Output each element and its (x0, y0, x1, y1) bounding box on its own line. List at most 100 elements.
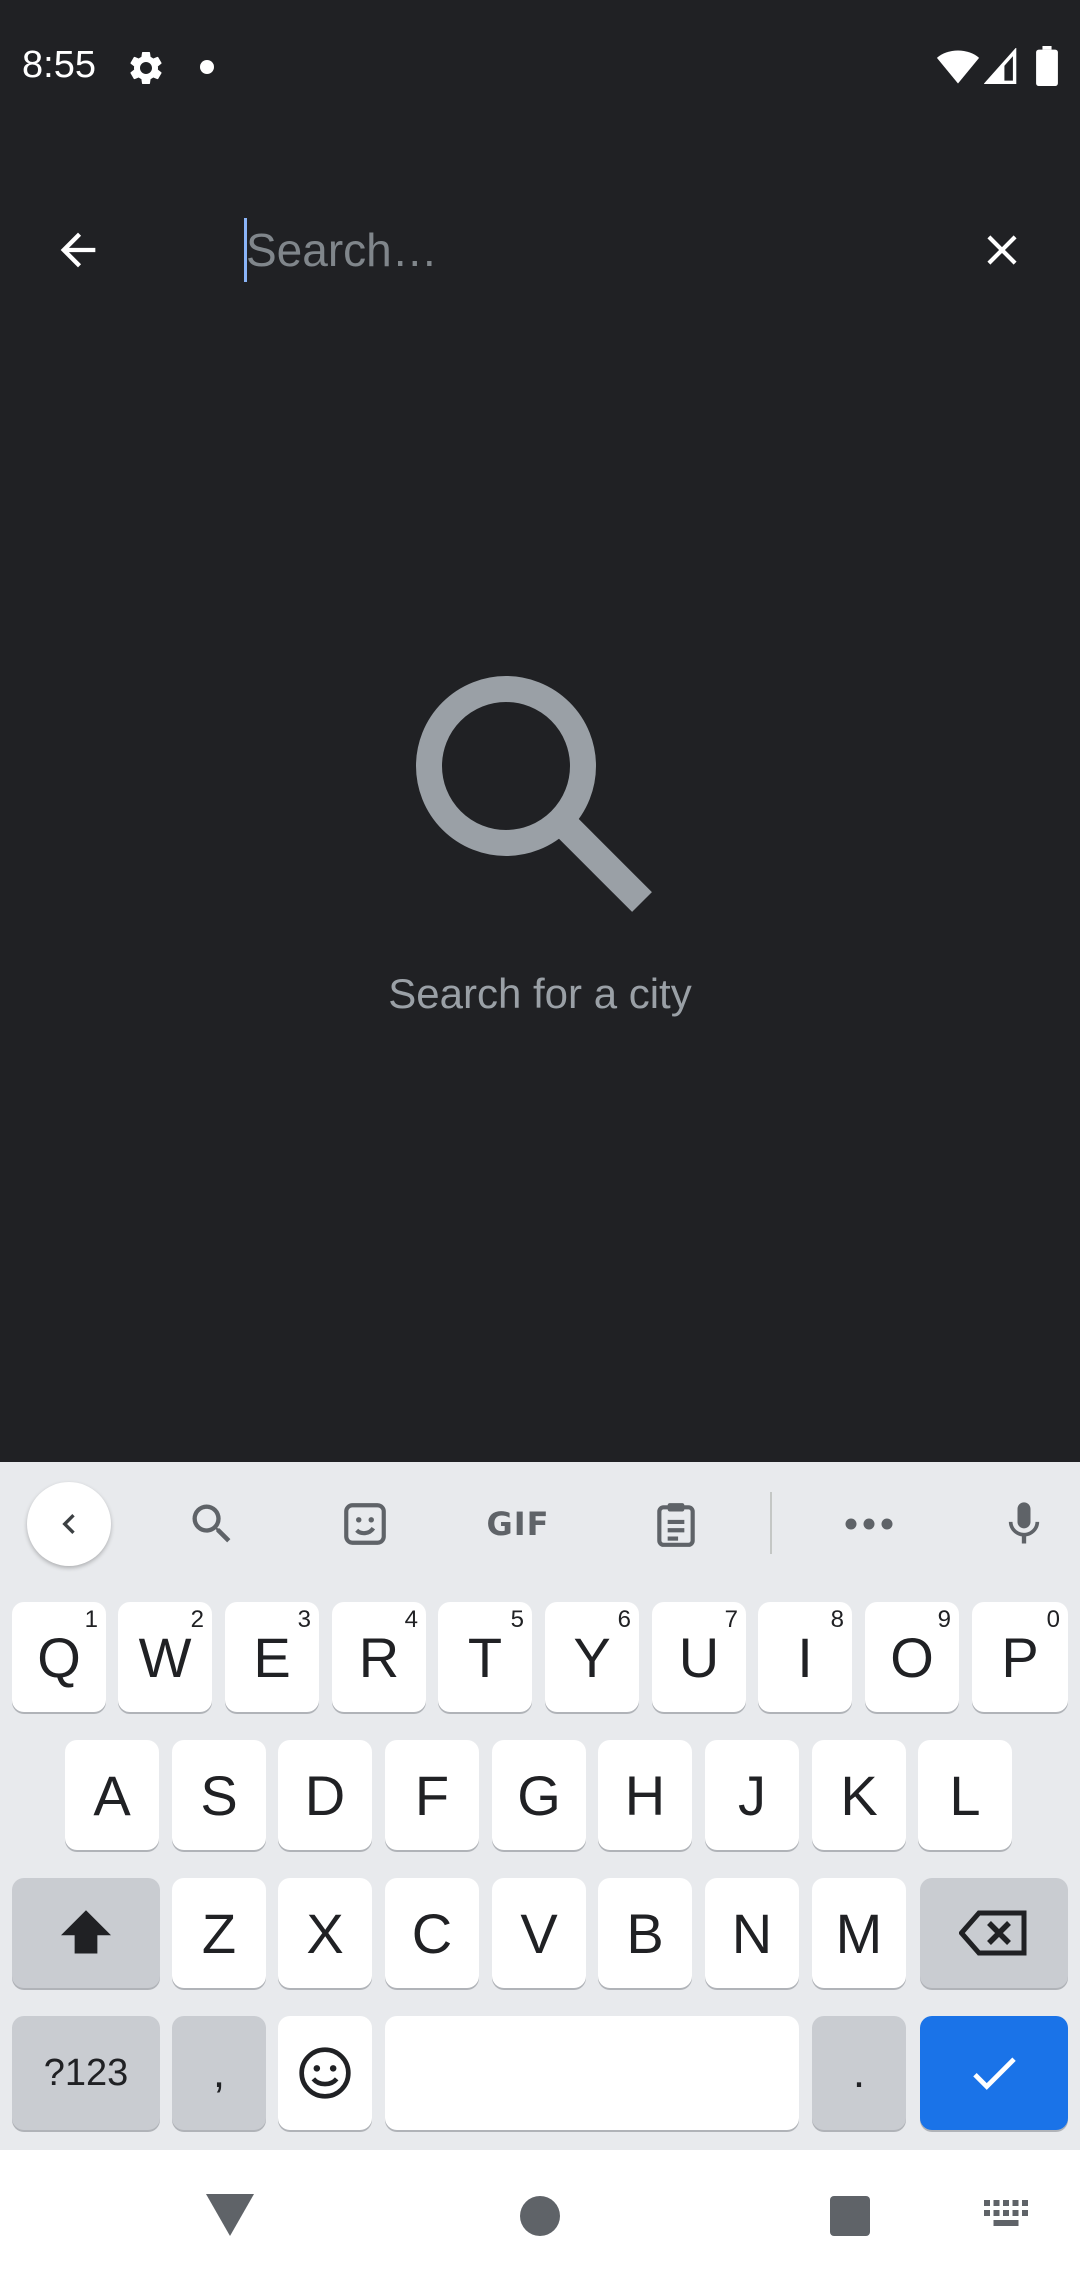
key-w[interactable]: W2 (118, 1602, 212, 1712)
key-label: . (852, 2048, 866, 2097)
key-label: B (626, 1901, 664, 1965)
backspace-key[interactable] (920, 1878, 1068, 1988)
key-label: N (731, 1901, 773, 1965)
keyboard-collapse-button[interactable] (27, 1482, 111, 1566)
key-i[interactable]: I8 (758, 1602, 852, 1712)
key-label: Q (37, 1625, 81, 1689)
key-label: W (138, 1625, 192, 1689)
key-label: T (467, 1625, 503, 1689)
key-label: X (306, 1901, 344, 1965)
key-h[interactable]: H (598, 1740, 692, 1850)
space-key[interactable] (385, 2016, 799, 2130)
key-label: E (253, 1625, 291, 1689)
text-cursor (244, 218, 247, 282)
key-label: A (93, 1763, 131, 1827)
key-t[interactable]: T5 (438, 1602, 532, 1712)
arrow-back-icon (60, 232, 96, 268)
clear-button[interactable] (960, 208, 1044, 292)
notification-dot-icon (200, 60, 214, 74)
keyboard-search-button[interactable] (172, 1484, 252, 1564)
key-z[interactable]: Z (172, 1878, 266, 1988)
key-a[interactable]: A (65, 1740, 159, 1850)
key-g[interactable]: G (492, 1740, 586, 1850)
search-input[interactable] (244, 208, 924, 292)
key-label: K (840, 1763, 878, 1827)
battery-icon (1036, 46, 1058, 86)
nav-home-icon[interactable] (520, 2196, 560, 2236)
key-label: Y (573, 1625, 611, 1689)
key-hint: 6 (617, 1606, 631, 1633)
key-hint: 0 (1046, 1606, 1060, 1633)
period-key[interactable]: . (812, 2016, 906, 2130)
nav-recents-icon[interactable] (830, 2196, 870, 2236)
key-label: L (949, 1763, 981, 1827)
key-hint: 9 (937, 1606, 951, 1633)
key-q[interactable]: Q1 (12, 1602, 106, 1712)
key-r[interactable]: R4 (332, 1602, 426, 1712)
key-label: ?123 (43, 2051, 129, 2094)
key-k[interactable]: K (812, 1740, 906, 1850)
search-icon (192, 1504, 231, 1543)
key-label: G (517, 1763, 561, 1827)
key-x[interactable]: X (278, 1878, 372, 1988)
done-key[interactable] (920, 2016, 1068, 2130)
navigation-bar (0, 2150, 1080, 2280)
key-m[interactable]: M (812, 1878, 906, 1988)
key-label: U (678, 1625, 720, 1689)
key-label: Z (201, 1901, 237, 1965)
key-f[interactable]: F (385, 1740, 479, 1850)
key-label: M (835, 1901, 883, 1965)
emoji-key[interactable] (278, 2016, 372, 2130)
close-icon (987, 235, 1017, 265)
key-label: D (304, 1763, 346, 1827)
key-label: , (212, 2048, 226, 2097)
key-p[interactable]: P0 (972, 1602, 1068, 1712)
key-hint: 7 (724, 1606, 738, 1633)
key-c[interactable]: C (385, 1878, 479, 1988)
shift-key[interactable] (12, 1878, 160, 1988)
key-hint: 4 (404, 1606, 418, 1633)
comma-key[interactable]: , (172, 2016, 266, 2130)
checkmark-icon (973, 2057, 1016, 2090)
key-s[interactable]: S (172, 1740, 266, 1850)
key-b[interactable]: B (598, 1878, 692, 1988)
key-hint: 2 (190, 1606, 204, 1633)
key-label: I (797, 1625, 813, 1689)
key-label: V (520, 1901, 558, 1965)
key-l[interactable]: L (918, 1740, 1012, 1850)
shift-icon (61, 1910, 111, 1954)
back-button[interactable] (36, 208, 120, 292)
gif-icon: GIF (486, 1505, 550, 1543)
key-hint: 1 (84, 1606, 98, 1633)
key-d[interactable]: D (278, 1740, 372, 1850)
key-j[interactable]: J (705, 1740, 799, 1850)
symbols-key[interactable]: ?123 (12, 2016, 160, 2130)
sticker-icon (344, 1503, 386, 1545)
keyboard-gif-button[interactable]: GIF (478, 1484, 558, 1564)
key-hint: 8 (830, 1606, 844, 1633)
more-icon (845, 1518, 893, 1530)
keyboard-sticker-button[interactable] (325, 1484, 405, 1564)
key-u[interactable]: U7 (652, 1602, 746, 1712)
on-screen-keyboard: GIF Q1 W2 E3 R4 T5 Y6 U7 I8 O9 P 0 A S D… (0, 1462, 1080, 2150)
keyboard-voice-button[interactable] (984, 1484, 1064, 1564)
clipboard-icon (657, 1503, 695, 1547)
status-bar: 8:55 (0, 0, 1080, 136)
emoji-icon (299, 2047, 351, 2099)
key-label: R (358, 1625, 400, 1689)
key-o[interactable]: O9 (865, 1602, 959, 1712)
search-toolbar (0, 176, 1080, 324)
nav-back-icon[interactable] (204, 2190, 256, 2238)
key-e[interactable]: E3 (225, 1602, 319, 1712)
keyboard-more-button[interactable] (829, 1484, 909, 1564)
keyboard-clipboard-button[interactable] (636, 1484, 716, 1564)
keyboard-switch-icon[interactable] (984, 2200, 1028, 2230)
key-y[interactable]: Y6 (545, 1602, 639, 1712)
key-label: O (890, 1625, 934, 1689)
cell-signal-icon (984, 48, 1017, 84)
key-label: J (738, 1763, 766, 1827)
empty-state-message: Search for a city (388, 970, 692, 1017)
mic-icon (1008, 1502, 1040, 1544)
key-v[interactable]: V (492, 1878, 586, 1988)
key-n[interactable]: N (705, 1878, 799, 1988)
